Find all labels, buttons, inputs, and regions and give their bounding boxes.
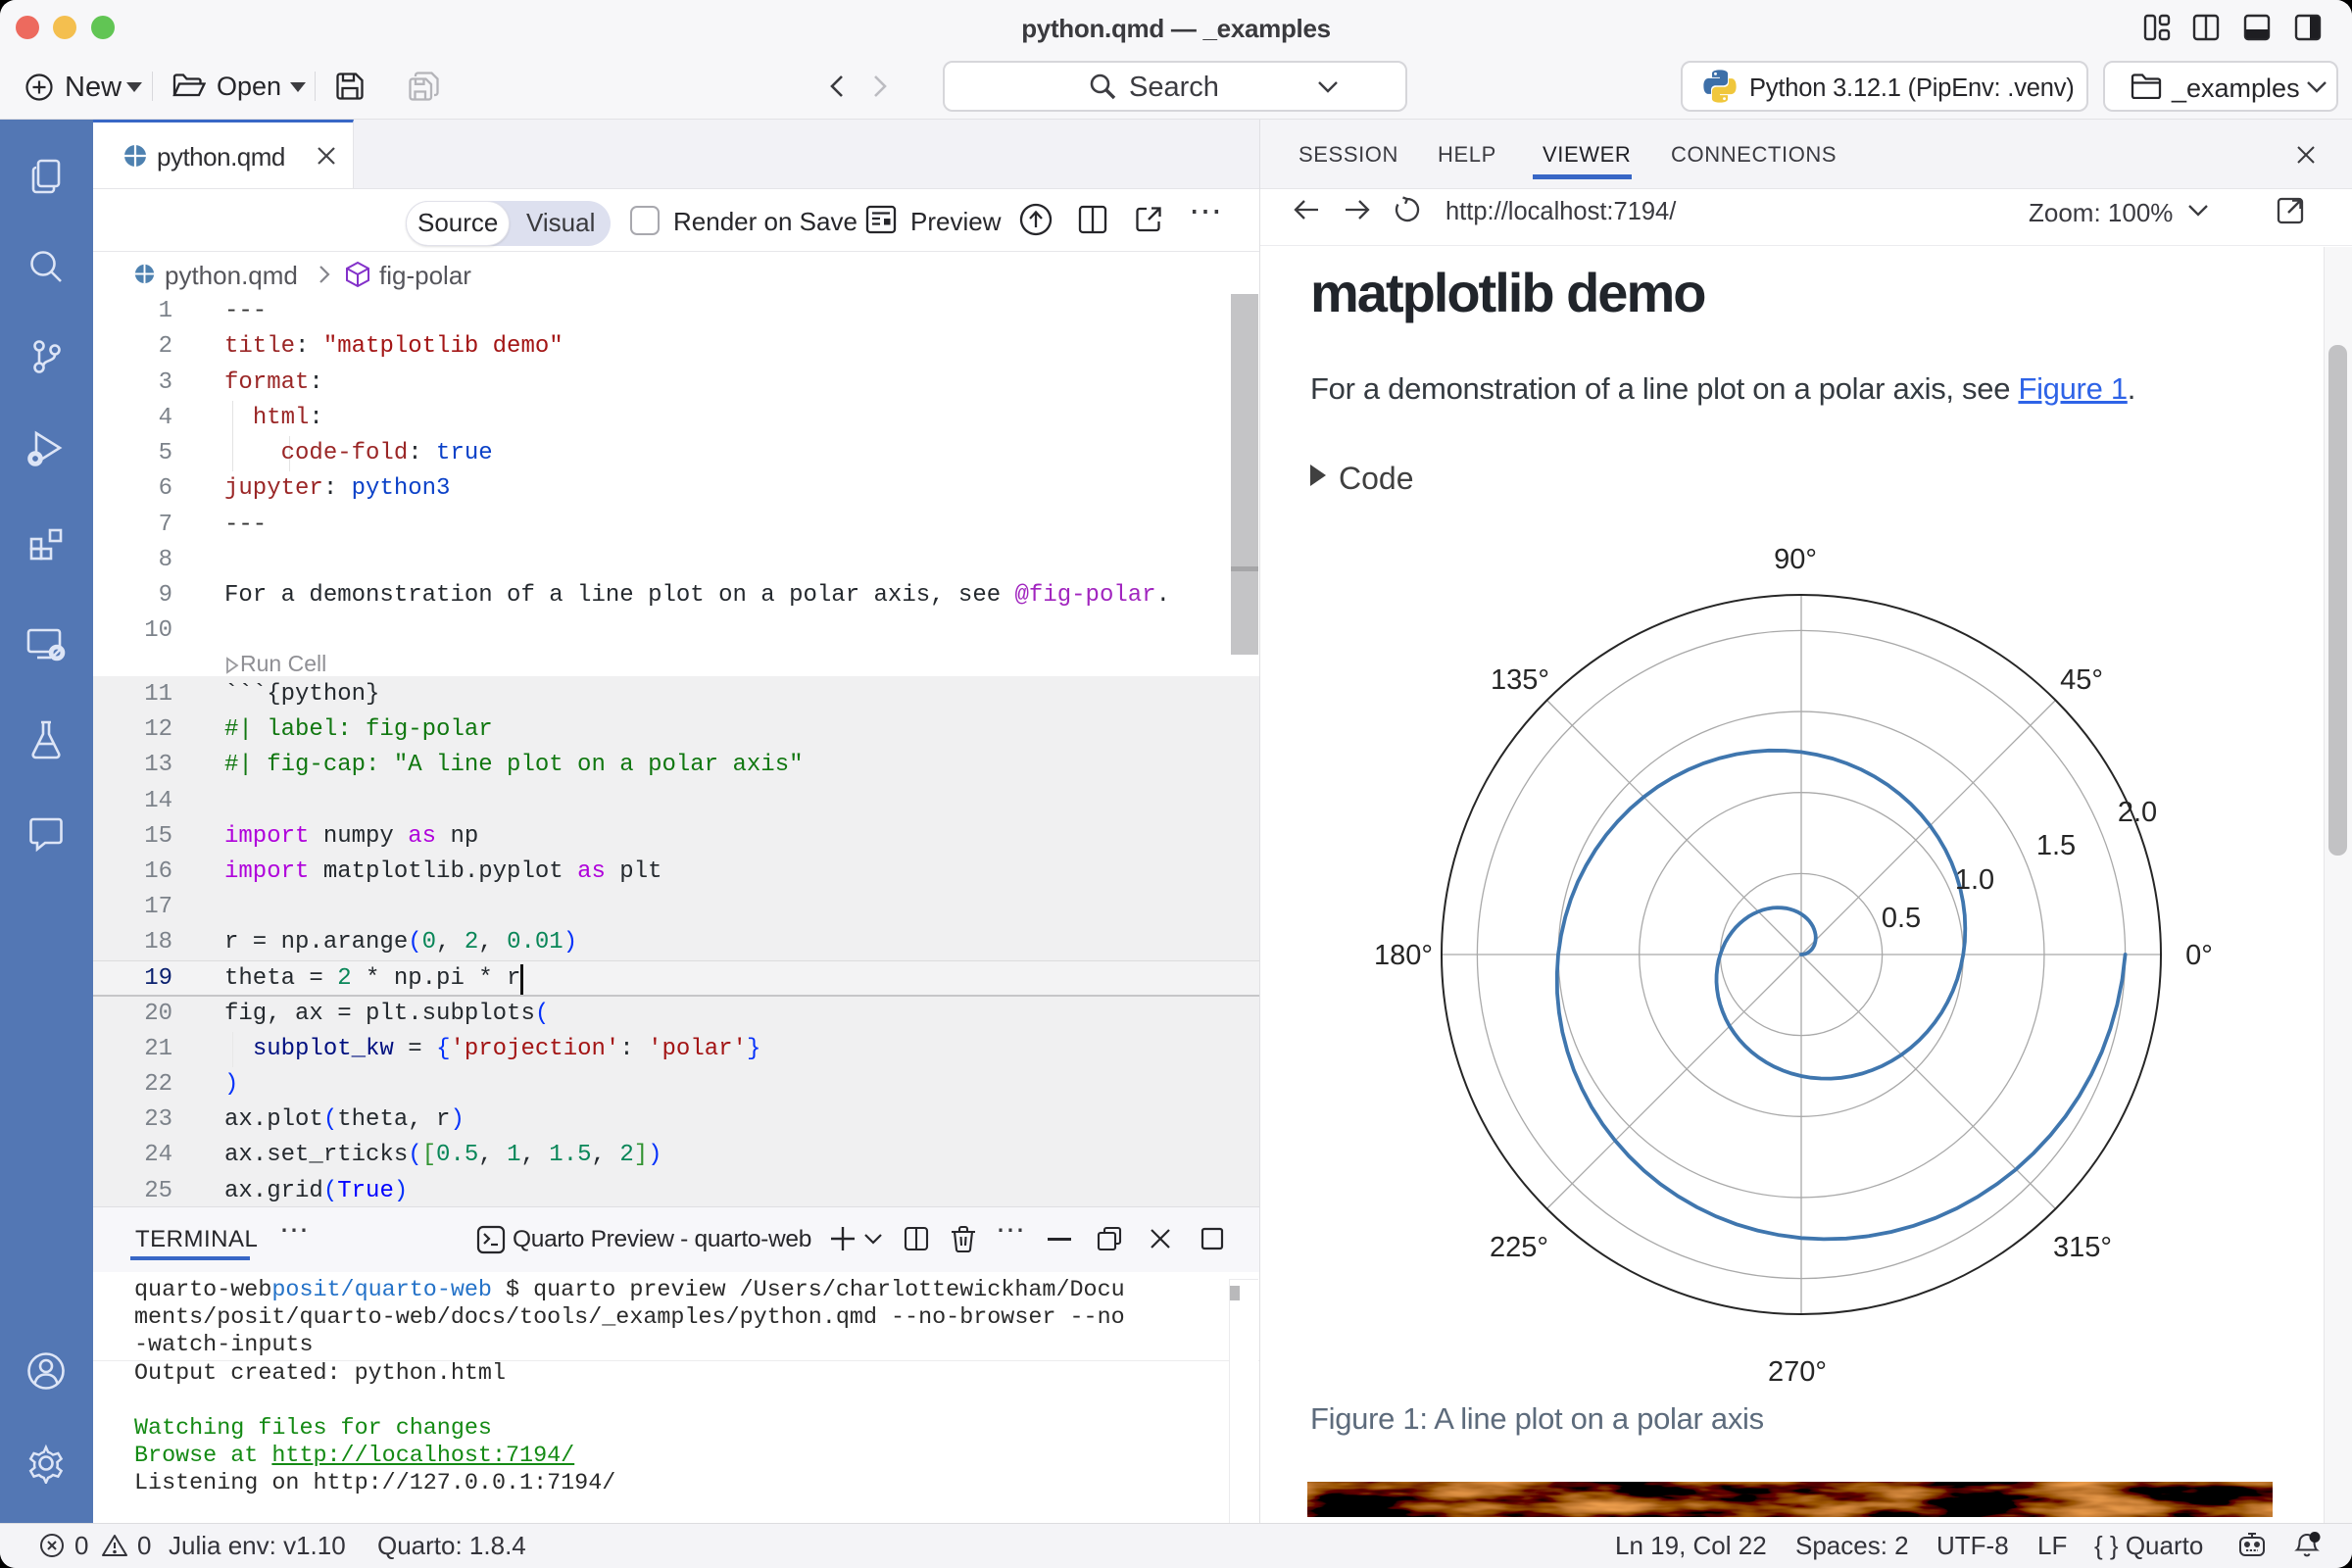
svg-text:0.5: 0.5 <box>1882 903 1921 934</box>
svg-text:90°: 90° <box>1774 544 1817 575</box>
svg-text:2.0: 2.0 <box>2118 797 2157 828</box>
svg-text:0°: 0° <box>2185 940 2213 971</box>
svg-text:1.5: 1.5 <box>2036 830 2076 861</box>
svg-text:225°: 225° <box>1490 1232 1548 1263</box>
svg-text:1.0: 1.0 <box>1955 864 1994 896</box>
svg-text:45°: 45° <box>2060 664 2103 696</box>
svg-text:180°: 180° <box>1374 940 1433 971</box>
svg-text:315°: 315° <box>2053 1232 2112 1263</box>
svg-text:135°: 135° <box>1491 664 1549 696</box>
svg-text:270°: 270° <box>1768 1356 1827 1388</box>
